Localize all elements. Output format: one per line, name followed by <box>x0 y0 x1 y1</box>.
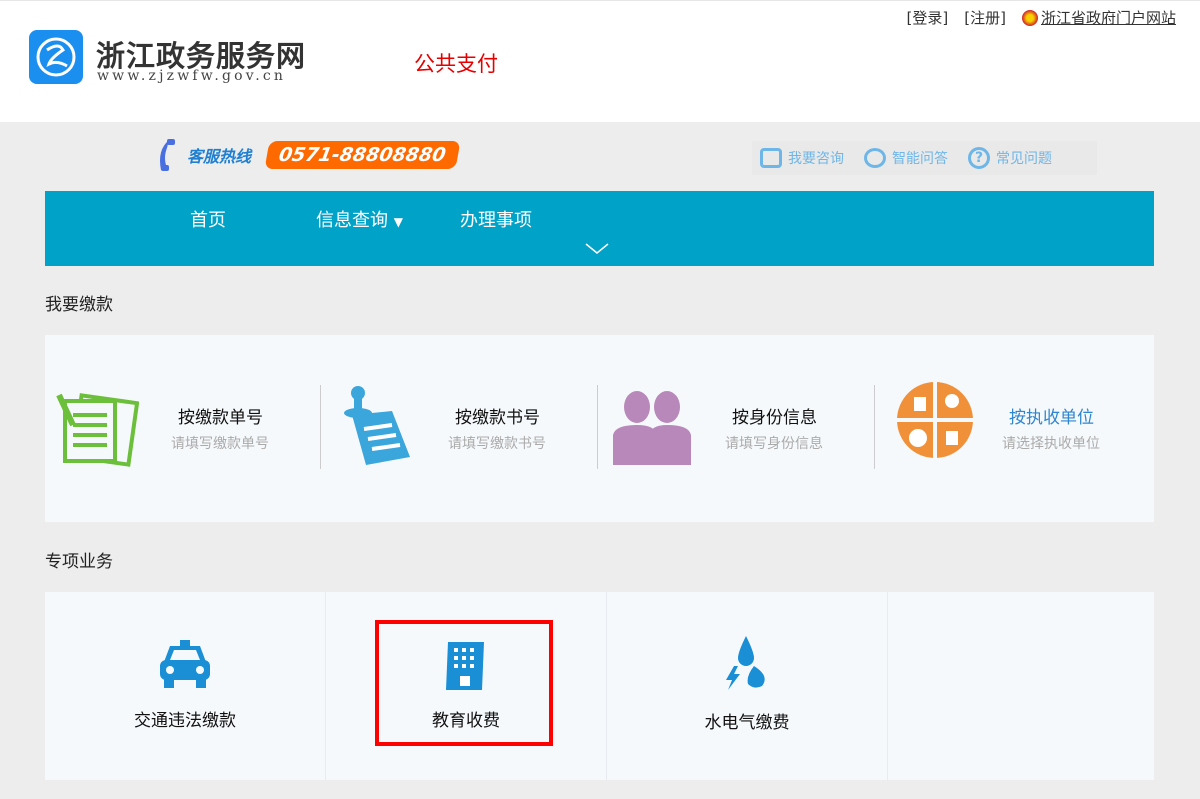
main-nav: 首页 信息查询 ▼ 办理事项 <box>45 191 1154 266</box>
pay-item-subtitle: 请选择执收单位 <box>1002 436 1100 452</box>
caret-down-icon: ▼ <box>393 215 403 229</box>
pay-by-collecting-unit[interactable]: 按执收单位 请选择执收单位 <box>876 381 1153 475</box>
pay-by-identity[interactable]: 按身份信息 请填写身份信息 <box>599 385 876 475</box>
pay-item-title: 按身份信息 <box>732 408 817 428</box>
special-section-title: 专项业务 <box>45 552 113 572</box>
login-link[interactable]: [登录] <box>907 7 949 28</box>
divider <box>597 385 598 469</box>
hotline-label: 客服热线 <box>187 147 252 166</box>
pay-by-bill-number[interactable]: 按缴款单号 请填写缴款单号 <box>45 385 322 475</box>
consult-link[interactable]: 我要咨询 <box>760 148 844 168</box>
pay-item-subtitle: 请填写缴款单号 <box>171 436 269 452</box>
nav-info-query-label: 信息查询 <box>316 210 388 231</box>
pay-by-notice-number[interactable]: 按缴款书号 请填写缴款书号 <box>322 385 599 475</box>
utilities-icon <box>726 636 765 690</box>
robot-icon <box>864 148 886 168</box>
page-title: 公共支付 <box>414 52 498 76</box>
nav-info-query[interactable]: 信息查询 ▼ <box>316 206 403 232</box>
chat-icon <box>760 148 782 168</box>
header: 浙江政务服务网 www.zjzwfw.gov.cn 公共支付 [登录] [注册]… <box>0 0 1200 122</box>
gov-portal-link[interactable]: 浙江省政府门户网站 <box>1021 7 1176 28</box>
taxi-icon <box>160 640 210 688</box>
register-link[interactable]: [注册] <box>964 7 1006 28</box>
hotline-number: 0571-88808880 <box>264 141 461 169</box>
hotline: 客服热线 0571-88808880 <box>155 138 461 172</box>
special-panel: 交通违法缴款 教育收费 水电气缴费 <box>45 592 1154 780</box>
nav-home[interactable]: 首页 <box>190 206 226 232</box>
question-icon: ? <box>968 147 990 169</box>
unit-icon <box>896 381 974 459</box>
pay-item-subtitle: 请填写缴款书号 <box>448 436 546 452</box>
site-url: www.zjzwfw.gov.cn <box>97 68 287 84</box>
nav-matters[interactable]: 办理事项 <box>460 206 532 232</box>
tile-label: 交通违法缴款 <box>134 711 236 731</box>
pay-item-title: 按缴款书号 <box>455 408 540 428</box>
faq-link[interactable]: ? 常见问题 <box>968 147 1052 169</box>
smart-qa-label: 智能问答 <box>892 151 948 167</box>
chevron-down-icon[interactable] <box>585 243 609 255</box>
pay-section-title: 我要缴款 <box>45 295 113 315</box>
smart-qa-link[interactable]: 智能问答 <box>864 148 948 168</box>
top-links: [登录] [注册] 浙江省政府门户网站 <box>907 7 1176 28</box>
faq-label: 常见问题 <box>996 151 1052 167</box>
highlight-box <box>375 620 553 746</box>
utilities-fee-tile[interactable]: 水电气缴费 <box>607 592 888 780</box>
emblem-icon <box>1021 9 1038 26</box>
help-bar: 我要咨询 智能问答 ? 常见问题 <box>752 141 1097 175</box>
gov-portal-label: 浙江省政府门户网站 <box>1040 9 1176 27</box>
consult-label: 我要咨询 <box>788 151 844 167</box>
pay-item-title: 按缴款单号 <box>178 408 263 428</box>
pay-panel: 按缴款单号 请填写缴款单号 按缴款书号 请填写缴款书号 按身份信息 请填写身份信… <box>45 335 1154 522</box>
divider <box>874 385 875 469</box>
pay-item-subtitle: 请填写身份信息 <box>725 436 823 452</box>
pay-item-title: 按执收单位 <box>1009 408 1094 428</box>
tile-label: 水电气缴费 <box>704 713 790 733</box>
pin-note-icon <box>344 386 410 465</box>
divider <box>320 385 321 469</box>
empty-tile <box>888 592 1154 780</box>
logo-icon[interactable] <box>29 30 83 84</box>
phone-icon <box>160 139 175 171</box>
people-icon <box>613 391 691 465</box>
traffic-fine-tile[interactable]: 交通违法缴款 <box>45 592 326 780</box>
document-icon <box>56 393 139 467</box>
